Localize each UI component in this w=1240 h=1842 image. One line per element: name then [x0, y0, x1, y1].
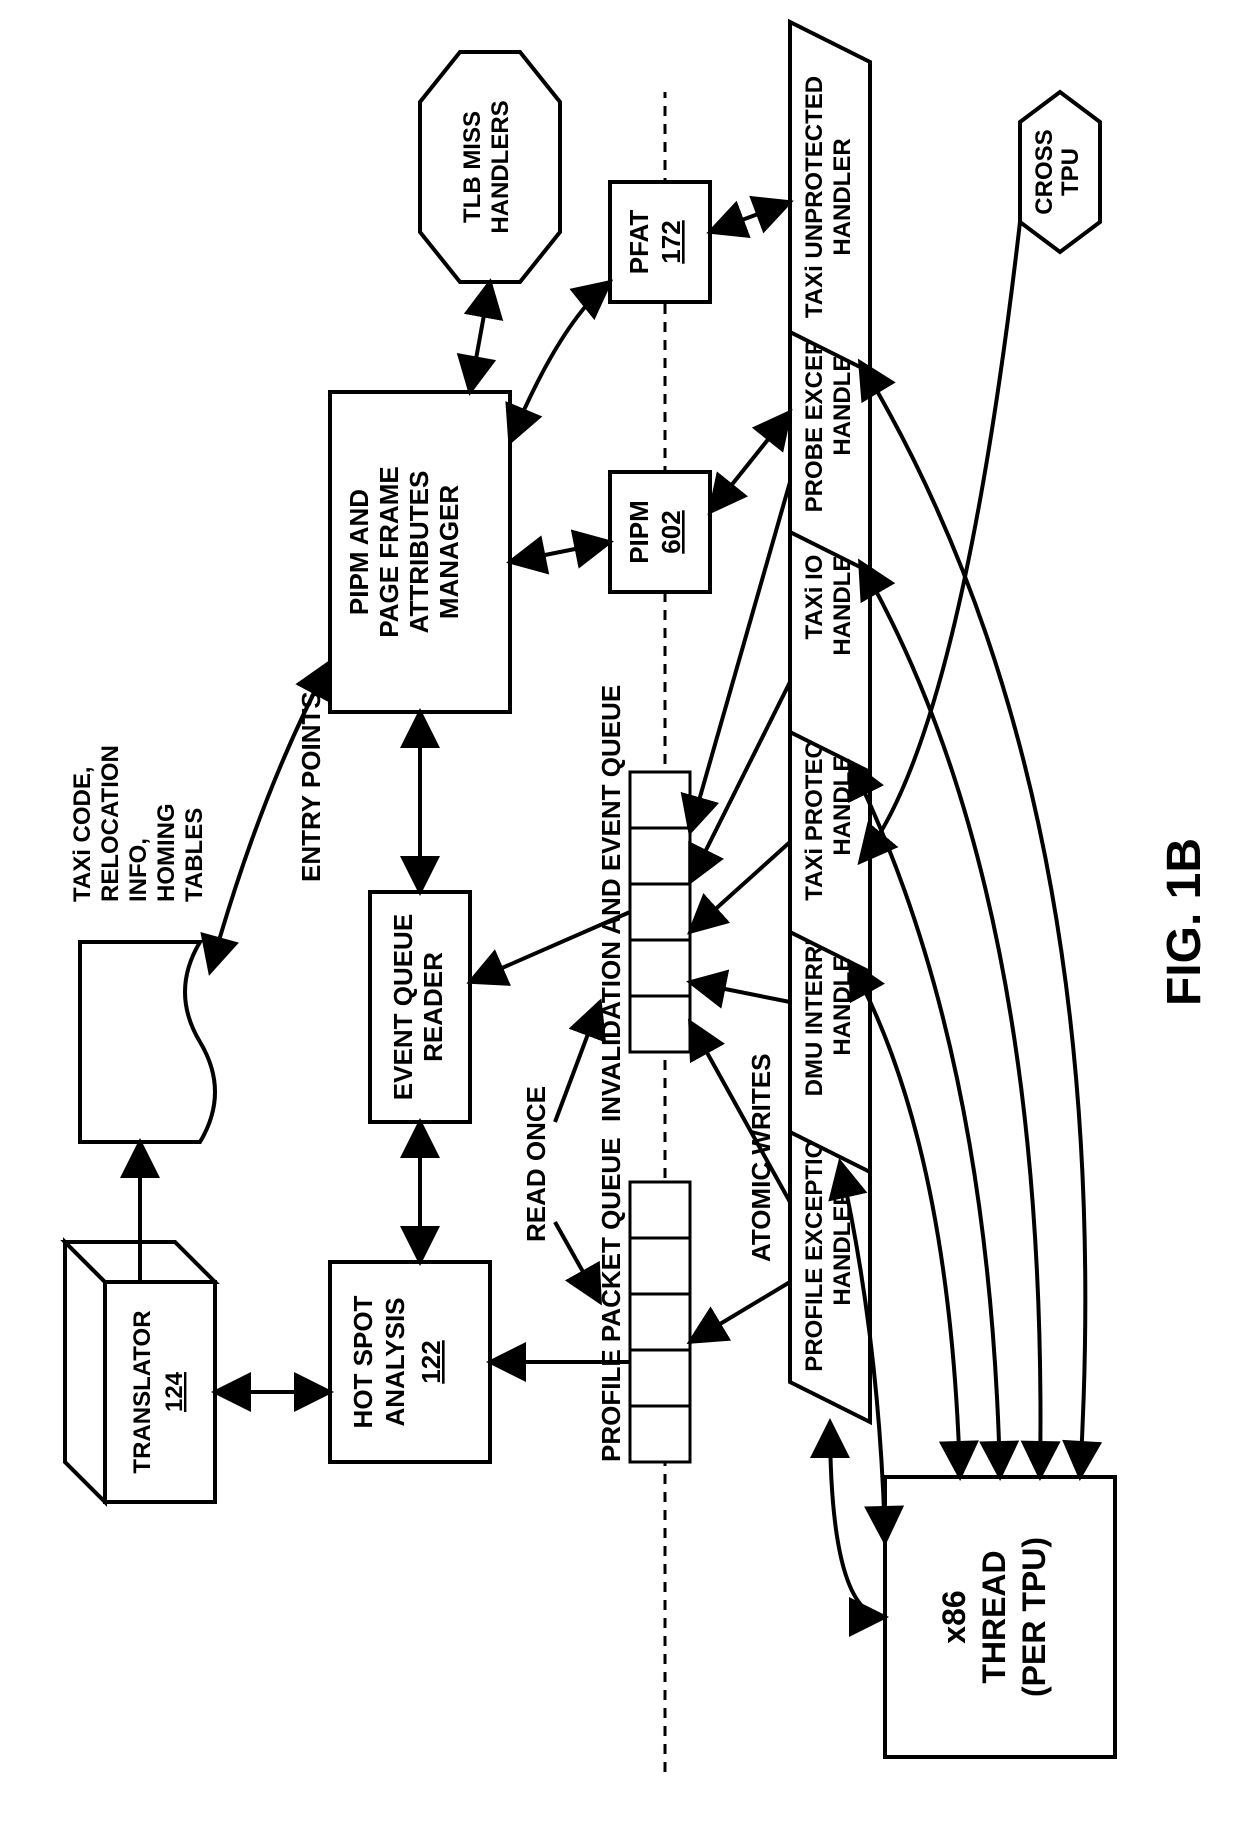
pipmmgr-l1: PIPM AND — [344, 489, 374, 615]
cross-tpu-l2: TPU — [1057, 148, 1084, 196]
taxi-unprot-l1: TAXi UNPROTECTED — [801, 76, 828, 318]
x86-thread-l3: (PER TPU) — [1016, 1537, 1052, 1697]
pfat-l1: PFAT — [624, 210, 654, 275]
tlb-l2: HANDLERS — [487, 100, 514, 233]
evreader-l2: READER — [418, 952, 448, 1062]
figure-label: FIG. 1B — [1158, 838, 1211, 1006]
pipmmgr-l3: ATTRIBUTES — [404, 471, 434, 634]
x86-thread-l1: x86 — [936, 1590, 972, 1643]
output-l1: TAXi CODE, — [69, 766, 96, 902]
profile-exc-l2: HANDLER — [829, 1188, 856, 1305]
x86-thread-l2: THREAD — [976, 1550, 1012, 1683]
evreader-l1: EVENT QUEUE — [388, 914, 418, 1100]
profile-exc-l1: PROFILE EXCEPTION — [801, 1122, 828, 1371]
output-l5: TABLES — [181, 808, 208, 902]
figure-1b: x86 THREAD (PER TPU) CROSS TPU PROFILE E… — [0, 0, 1240, 1842]
tlb-l1: TLB MISS — [459, 111, 486, 223]
pipmmgr-l2: PAGE FRAME — [374, 466, 404, 637]
atomic-label: ATOMIC WRITES — [746, 1054, 776, 1262]
taxi-unprot-l2: HANDLER — [829, 138, 856, 255]
output-l2: RELOCATION — [97, 745, 124, 902]
pipm-ref: 602 — [656, 510, 686, 553]
pipm-l1: PIPM — [624, 500, 654, 564]
pfat-ref: 172 — [656, 220, 686, 263]
translator-ref: 124 — [161, 1371, 188, 1412]
hotspot-l1: HOT SPOT — [348, 1295, 378, 1428]
output-l3: INFO, — [125, 838, 152, 902]
taxi-io-l1: TAXi IO — [801, 555, 828, 640]
translator-l1: TRANSLATOR — [129, 1310, 156, 1473]
ieq-label: INVALIDATION AND EVENT QUEUE — [596, 685, 626, 1122]
cross-tpu-l1: CROSS — [1031, 129, 1058, 214]
readonce-label: READ ONCE — [521, 1086, 551, 1242]
output-l4: HOMING — [153, 803, 180, 902]
hotspot-ref: 122 — [416, 1340, 446, 1383]
pipmmgr-l4: MANAGER — [434, 485, 464, 620]
hotspot-l2: ANALYSIS — [380, 1297, 410, 1426]
